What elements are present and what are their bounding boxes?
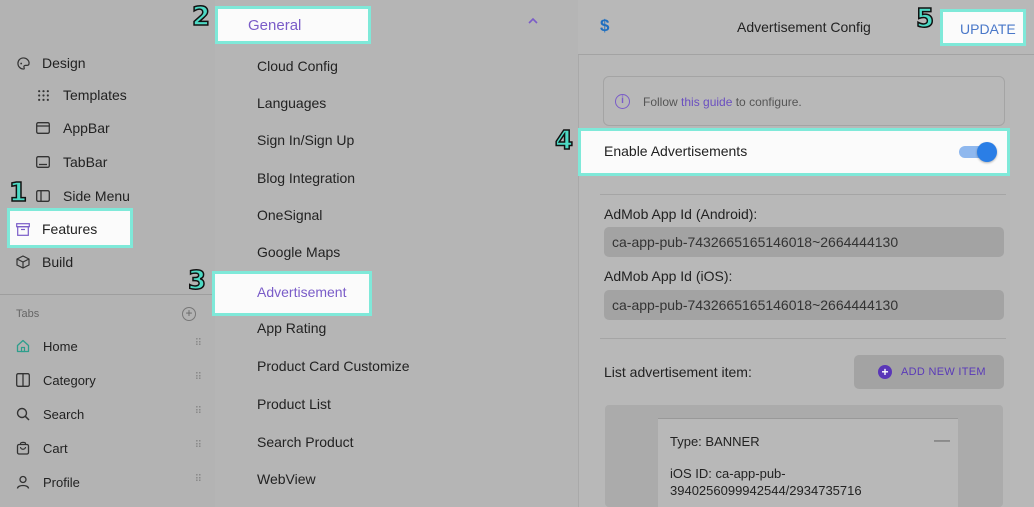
archive-icon [16, 222, 30, 236]
menu-item-sign-in[interactable]: Sign In/Sign Up [257, 132, 354, 148]
menu-item-product-list[interactable]: Product List [257, 396, 331, 412]
section-title: General [248, 17, 302, 34]
sidebar-item-side-menu[interactable]: Side Menu [36, 185, 130, 207]
tab-item-category[interactable]: Category ⠿ [16, 369, 202, 391]
step-badge-5: 5 [915, 4, 935, 34]
grid-dots-icon [36, 88, 50, 102]
remove-item-icon[interactable]: — [934, 432, 950, 450]
side-menu-icon [36, 189, 50, 203]
tab-item-home[interactable]: Home ⠿ [16, 335, 202, 357]
tab-item-label: Cart [43, 440, 68, 456]
sidebar-item-label: Design [42, 55, 86, 71]
sidebar-item-appbar[interactable]: AppBar [36, 117, 110, 139]
sidebar-item-label: AppBar [63, 120, 110, 136]
sidebar-item-label: Templates [63, 87, 127, 103]
guide-link[interactable]: this guide [681, 95, 732, 109]
tabs-section-label: Tabs [16, 308, 40, 320]
menu-item-product-card-customize[interactable]: Product Card Customize [257, 358, 410, 374]
sidebar-item-label: Side Menu [63, 188, 130, 204]
add-tab-icon[interactable]: + [182, 307, 196, 321]
drag-handle-icon[interactable]: ⠿ [195, 339, 202, 349]
info-icon: i [615, 94, 630, 109]
sidebar-item-label: Build [42, 254, 74, 270]
step-badge-1: 1 [8, 178, 28, 208]
sidebar-item-label: Features [42, 221, 98, 237]
cube-icon [16, 255, 30, 269]
drag-handle-icon[interactable]: ⠿ [195, 441, 202, 451]
sidebar-item-templates[interactable]: Templates [36, 84, 127, 106]
section-header-general[interactable]: General [215, 6, 371, 44]
step-badge-2: 2 [191, 2, 211, 32]
enable-advertisements-label: Enable Advertisements [604, 143, 748, 159]
enable-advertisements-row: Enable Advertisements [578, 128, 1010, 176]
menu-item-label: Advertisement [257, 284, 347, 300]
android-id-input[interactable]: ca-app-pub-7432665165146018~2664444130 [604, 227, 1004, 257]
page-title: Advertisement Config [737, 19, 871, 35]
sidebar-item-label: TabBar [63, 154, 108, 170]
add-icon: + [878, 365, 892, 379]
divider [600, 194, 1006, 195]
android-id-label: AdMob App Id (Android): [604, 206, 758, 222]
toggle-thumb[interactable] [977, 142, 997, 162]
category-icon [16, 373, 30, 387]
menu-item-search-product[interactable]: Search Product [257, 434, 354, 450]
sidebar-item-features-row: Features [16, 218, 97, 240]
menu-item-webview[interactable]: WebView [257, 471, 316, 487]
tabbar-icon [36, 155, 50, 169]
sidebar-item-design[interactable]: Design [16, 52, 86, 74]
drag-handle-icon[interactable]: ⠿ [195, 475, 202, 485]
drag-handle-icon[interactable]: ⠿ [195, 407, 202, 417]
menu-item-onesignal[interactable]: OneSignal [257, 207, 322, 223]
ad-list-label: List advertisement item: [604, 364, 752, 380]
sidebar-item-features[interactable]: Features [7, 208, 133, 248]
add-new-item-label: ADD NEW ITEM [901, 366, 986, 378]
step-badge-4: 4 [554, 126, 574, 156]
tab-item-label: Profile [43, 474, 80, 490]
info-suffix: to configure. [732, 95, 802, 109]
home-icon [16, 339, 30, 353]
search-icon [16, 407, 30, 421]
ad-type: Type: BANNER [670, 434, 760, 449]
info-text: Follow this guide to configure. [643, 95, 802, 109]
tab-item-profile[interactable]: Profile ⠿ [16, 471, 202, 493]
ad-ios-id: iOS ID: ca-app-pub-3940256099942544/2934… [670, 466, 862, 498]
appbar-icon [36, 121, 50, 135]
chevron-up-icon[interactable] [527, 15, 539, 27]
drag-handle-icon[interactable]: ⠿ [195, 373, 202, 383]
divider [600, 338, 1006, 339]
menu-item-cloud-config[interactable]: Cloud Config [257, 58, 338, 74]
menu-item-languages[interactable]: Languages [257, 95, 326, 111]
cart-icon [16, 441, 30, 455]
add-new-item-button[interactable]: + ADD NEW ITEM [854, 355, 1004, 389]
tab-item-search[interactable]: Search ⠿ [16, 403, 202, 425]
ios-id-label: AdMob App Id (iOS): [604, 268, 733, 284]
sidebar-item-build[interactable]: Build [16, 251, 73, 273]
menu-item-app-rating[interactable]: App Rating [257, 320, 326, 336]
profile-icon [16, 475, 30, 489]
ios-id-input[interactable]: ca-app-pub-7432665165146018~2664444130 [604, 290, 1004, 320]
menu-item-advertisement[interactable]: Advertisement [212, 271, 372, 316]
palette-icon [16, 56, 30, 70]
update-button-label: UPDATE [960, 21, 1016, 37]
info-prefix: Follow [643, 95, 682, 109]
tab-item-label: Search [43, 406, 85, 422]
dollar-icon: $ [600, 16, 610, 35]
sidebar-divider [0, 294, 215, 295]
tab-item-label: Category [43, 372, 96, 388]
step-badge-3: 3 [187, 266, 207, 296]
tab-item-label: Home [43, 338, 78, 354]
sidebar-item-tabbar[interactable]: TabBar [36, 151, 107, 173]
tab-item-cart[interactable]: Cart ⠿ [16, 437, 202, 459]
menu-item-blog-integration[interactable]: Blog Integration [257, 170, 355, 186]
menu-item-google-maps[interactable]: Google Maps [257, 244, 340, 260]
update-button[interactable]: UPDATE [940, 9, 1026, 46]
